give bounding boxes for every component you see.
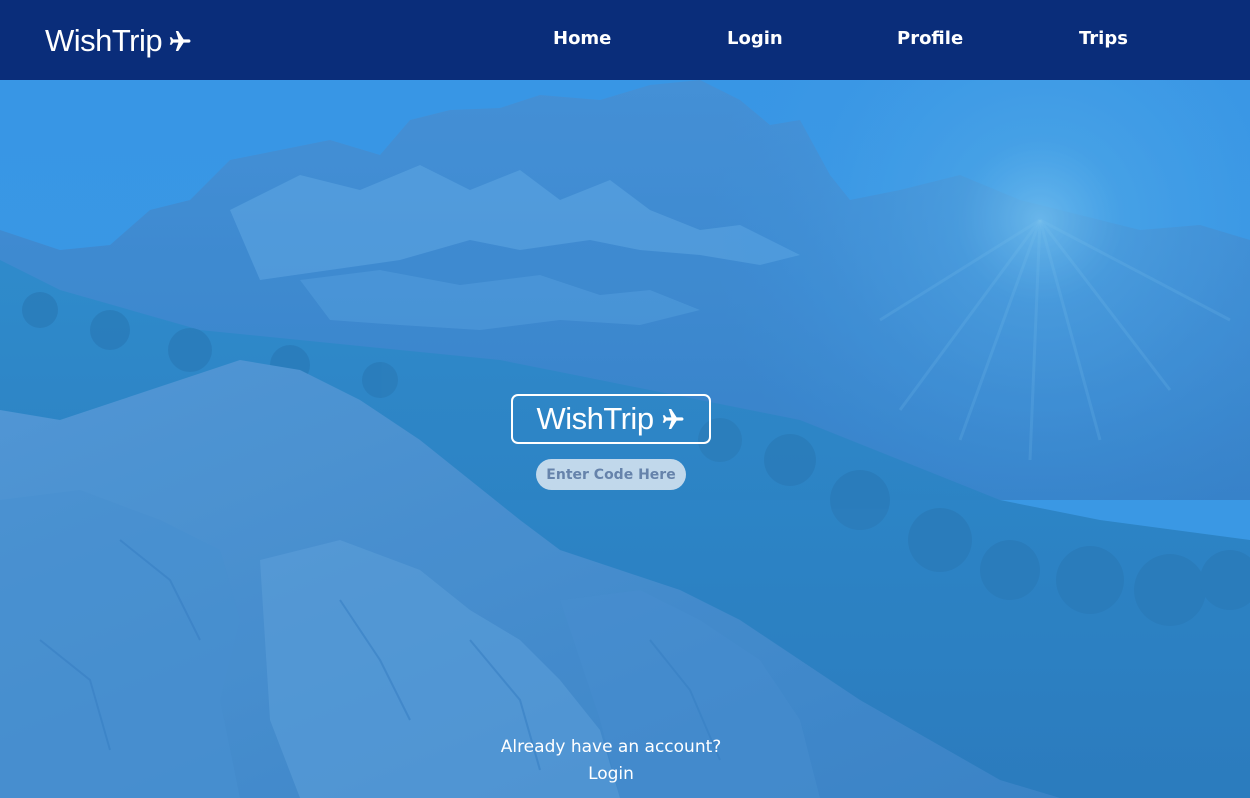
nav-home-link[interactable]: Home [553,28,611,49]
airplane-icon [169,31,191,51]
brand-logo[interactable]: WishTrip [45,21,193,61]
brand-name: WishTrip [45,23,163,58]
account-prompt-text: Already have an account? [500,737,722,757]
login-link-container: Login [0,764,1222,784]
hero-logo-text: WishTrip [536,401,654,436]
trip-code-input[interactable] [536,459,686,490]
nav-profile-link[interactable]: Profile [897,28,963,49]
airplane-icon [662,409,684,429]
nav-login-link[interactable]: Login [727,28,783,49]
bottom-login-link[interactable]: Login [588,764,634,784]
top-navbar: WishTrip Home Login Profile Trips [0,0,1250,80]
hero-logo: WishTrip [511,394,711,444]
nav-trips-link[interactable]: Trips [1079,28,1128,49]
